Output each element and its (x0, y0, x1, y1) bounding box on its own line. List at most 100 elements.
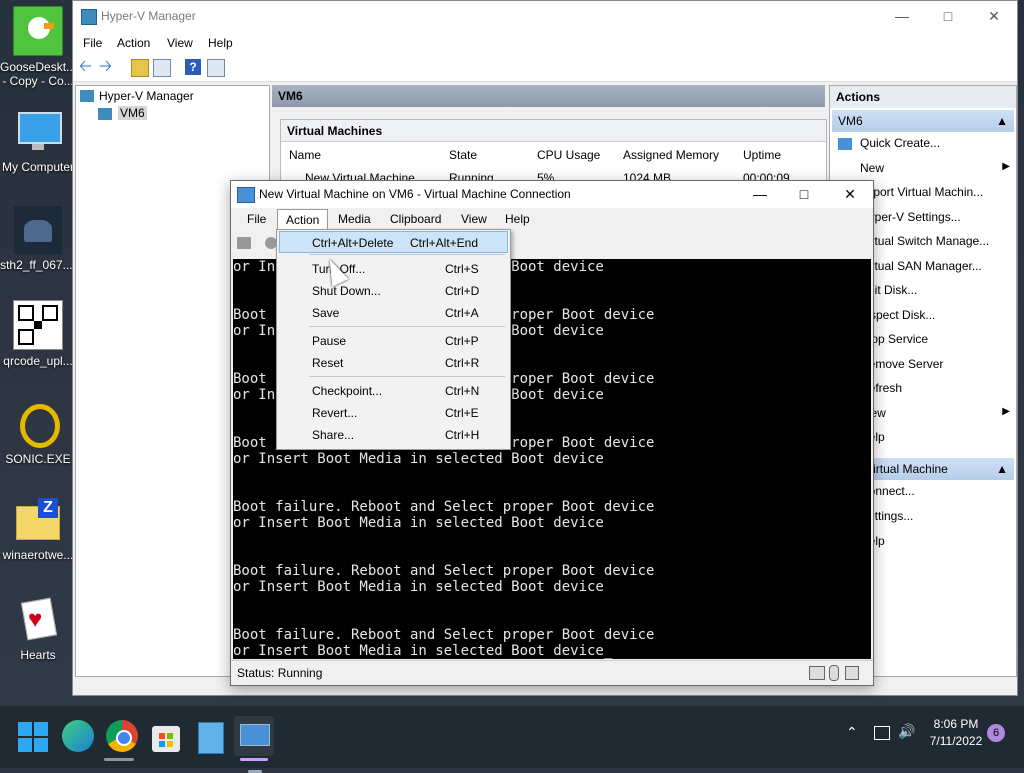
vmc-window-title: New Virtual Machine on VM6 - Virtual Mac… (259, 187, 571, 201)
console-line: Boot failure. Reboot and Select proper B… (233, 563, 655, 579)
collapse-icon[interactable]: ▲ (996, 458, 1008, 480)
menu-item-label: Save (312, 306, 340, 320)
menu-view[interactable]: View (167, 36, 193, 50)
menu-item-label: Revert... (312, 406, 358, 420)
vmc-minimize-button[interactable]: — (737, 181, 783, 208)
desktop-icon-label: winaerotwe... (2, 548, 74, 562)
menu-file[interactable]: File (83, 36, 102, 50)
submenu-arrow-icon: ▶ (1002, 160, 1010, 172)
console-line: or Insert Boot Media in selected Boot de… (233, 451, 604, 467)
col-name[interactable]: Name (289, 148, 321, 162)
ctrl-alt-del-icon[interactable] (237, 237, 251, 249)
menu-item-label: Pause (312, 334, 347, 348)
clock[interactable]: 8:06 PM 7/11/2022 (928, 716, 984, 750)
action-item[interactable]: Quick Create... (860, 136, 940, 150)
status-bar: Status: Running (231, 660, 873, 685)
vmc-maximize-button[interactable]: □ (781, 181, 827, 208)
vmconnect-icon[interactable] (234, 716, 274, 773)
store-icon[interactable] (146, 716, 186, 756)
menu-separator (309, 326, 505, 327)
action-dropdown-menu: Ctrl+Alt+Delete Ctrl+Alt+End Turn Off... Ct… (276, 229, 511, 450)
action-pane-icon[interactable] (207, 59, 225, 77)
desktop-icon-winaero[interactable]: Z winaerotwe... (0, 496, 76, 562)
server-icon (98, 108, 112, 120)
monitor-icon (14, 108, 62, 156)
qrcode-icon (13, 300, 63, 350)
vmc-menu-view[interactable]: View (461, 212, 487, 226)
menu-item[interactable]: Ctrl+Alt+Delete Ctrl+Alt+End (279, 231, 508, 253)
network-icon[interactable] (874, 726, 890, 740)
action-item[interactable]: Virtual SAN Manager... (860, 259, 982, 273)
menu-action[interactable]: Action (117, 36, 150, 50)
vmc-menu-media[interactable]: Media (338, 212, 371, 226)
window-title: Hyper-V Manager (101, 9, 196, 23)
menu-item-shortcut: Ctrl+Alt+End (410, 236, 479, 250)
edge-icon[interactable] (58, 716, 98, 756)
vmc-close-button[interactable]: ✕ (827, 181, 873, 208)
menu-item[interactable]: Reset Ctrl+R (279, 352, 508, 374)
menu-item-shortcut: Ctrl+S (445, 262, 479, 276)
maximize-button[interactable]: □ (925, 1, 971, 32)
menu-item[interactable]: Shut Down... Ctrl+D (279, 280, 508, 302)
collapse-icon[interactable]: ▲ (996, 110, 1008, 132)
desktop-icon-hearts[interactable]: ♥ Hearts (0, 596, 76, 662)
console-line: or Insert Boot Media in selected Boot de… (233, 643, 613, 659)
menu-item[interactable]: Pause Ctrl+P (279, 330, 508, 352)
menu-item-label: Checkpoint... (312, 384, 383, 398)
help-icon[interactable]: ? (185, 59, 201, 75)
menu-item[interactable]: Checkpoint... Ctrl+N (279, 380, 508, 402)
menu-bar: File Action View Help (73, 32, 1017, 54)
desktop-icon-goose[interactable]: GooseDeskt... - Copy - Co... (0, 6, 76, 88)
menu-help[interactable]: Help (208, 36, 233, 50)
vmc-menu-action[interactable]: Action (277, 209, 329, 230)
zip-folder-icon: Z (14, 496, 62, 544)
desktop-icon-label: sth2_ff_067.... (0, 258, 76, 272)
col-state[interactable]: State (449, 148, 477, 162)
action-item[interactable]: Hyper-V Settings... (860, 210, 961, 224)
action-item[interactable]: Virtual Switch Manage... (860, 234, 989, 248)
vmc-menu-clipboard[interactable]: Clipboard (390, 212, 441, 226)
gold-ring-icon (14, 400, 62, 448)
chevron-up-icon[interactable]: ⌃ (846, 724, 858, 741)
desktop-icon-my-computer[interactable]: My Computer (0, 108, 76, 174)
show-hide-tree-icon[interactable] (153, 59, 171, 77)
tree-vm6[interactable]: VM6 (118, 106, 147, 120)
menu-item[interactable]: Revert... Ctrl+E (279, 402, 508, 424)
start-icon[interactable] (14, 716, 54, 756)
action-item[interactable]: New (860, 161, 884, 175)
volume-icon[interactable]: 🔊 (898, 723, 915, 740)
notification-badge[interactable]: 6 (987, 724, 1005, 742)
chrome-icon[interactable] (102, 716, 142, 756)
hearts-card-icon: ♥ (14, 596, 62, 644)
up-folder-icon[interactable] (131, 59, 149, 77)
building-icon[interactable] (190, 716, 230, 756)
menu-item-shortcut: Ctrl+H (445, 428, 480, 442)
close-button[interactable]: ✕ (971, 1, 1017, 32)
desktop-icon-sth2[interactable]: sth2_ff_067.... (0, 206, 76, 272)
minimize-button[interactable]: — (879, 1, 925, 32)
col-memory[interactable]: Assigned Memory (623, 148, 719, 162)
taskbar: ⌃ 🔊 8:06 PM 7/11/2022 6 (0, 706, 1024, 773)
col-cpu[interactable]: CPU Usage (537, 148, 600, 162)
tree-root[interactable]: Hyper-V Manager (99, 89, 194, 103)
console-line: or Insert Boot Media in selected Boot de… (233, 515, 604, 531)
desktop-icon-qrcode[interactable]: qrcode_upl... (0, 300, 76, 368)
menu-item-shortcut: Ctrl+E (445, 406, 479, 420)
action-item[interactable]: Import Virtual Machin... (860, 185, 983, 199)
action-icon (838, 138, 852, 150)
col-uptime[interactable]: Uptime (743, 148, 781, 162)
menu-item[interactable]: Share... Ctrl+H (279, 424, 508, 446)
mouse-icon (829, 665, 839, 681)
vmc-menu-file[interactable]: File (247, 212, 266, 226)
menu-item[interactable]: Save Ctrl+A (279, 302, 508, 324)
vm-table-header: Name State CPU Usage Assigned Memory Upt… (281, 144, 826, 166)
submenu-arrow-icon: ▶ (1002, 405, 1010, 417)
menu-item[interactable]: Turn Off... Ctrl+S (279, 258, 508, 280)
back-arrow-icon[interactable]: 🡠 (79, 59, 95, 75)
clock-time: 8:06 PM (933, 717, 979, 731)
vmc-menu-help[interactable]: Help (505, 212, 530, 226)
actions-section-vm6[interactable]: VM6 ▲ (832, 110, 1014, 132)
title-bar: Hyper-V Manager — □ ✕ (73, 1, 1017, 32)
forward-arrow-icon[interactable]: 🡢 (99, 59, 115, 75)
desktop-icon-sonic[interactable]: SONIC.EXE (0, 400, 76, 466)
